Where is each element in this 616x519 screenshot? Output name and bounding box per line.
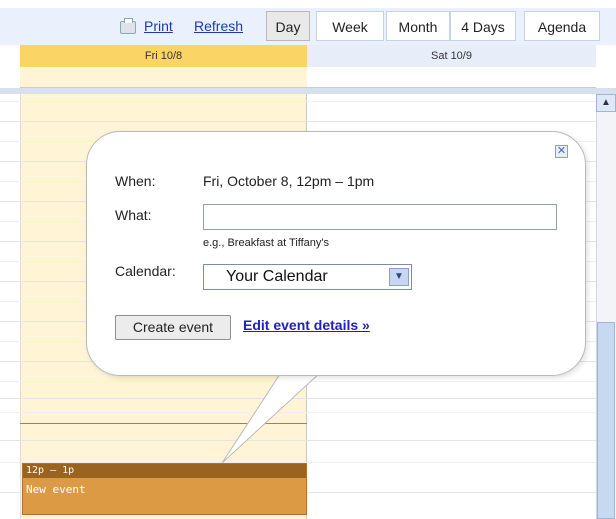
tab-week[interactable]: Week — [316, 11, 384, 41]
all-day-cell-fri[interactable] — [20, 67, 307, 88]
new-event-block[interactable]: 12p – 1p New event — [22, 463, 307, 515]
scroll-up-button[interactable]: ▲ — [596, 94, 616, 112]
day-header-sat[interactable]: Sat 10/9 — [307, 45, 596, 67]
time-gutter — [0, 94, 20, 519]
refresh-link[interactable]: Refresh — [194, 18, 243, 34]
grid-line — [0, 440, 596, 441]
calendar-label: Calendar: — [115, 263, 176, 279]
event-time: 12p – 1p — [23, 464, 306, 478]
tab-agenda[interactable]: Agenda — [524, 11, 600, 41]
scrollbar-thumb[interactable] — [597, 322, 615, 519]
grid-line — [0, 398, 596, 399]
print-link[interactable]: Print — [144, 18, 173, 34]
when-label: When: — [115, 173, 156, 189]
when-value: Fri, October 8, 12pm – 1pm — [203, 173, 375, 189]
tab-4-days[interactable]: 4 Days — [450, 11, 516, 41]
chevron-up-icon: ▲ — [601, 97, 611, 108]
all-day-cell-sat[interactable] — [307, 67, 596, 88]
tab-month[interactable]: Month — [386, 11, 450, 41]
edit-event-details-link[interactable]: Edit event details » — [243, 317, 370, 333]
day-header-fri[interactable]: Fri 10/8 — [20, 45, 307, 67]
printer-icon[interactable] — [120, 18, 136, 34]
what-hint: e.g., Breakfast at Tiffany's — [203, 237, 330, 249]
grid-line — [0, 121, 596, 122]
what-label: What: — [115, 207, 152, 223]
tab-day[interactable]: Day — [266, 11, 310, 41]
what-input[interactable] — [203, 204, 557, 230]
chevron-down-icon: ▼ — [394, 271, 404, 282]
grid-line — [0, 101, 596, 102]
create-event-button[interactable]: Create event — [115, 315, 231, 340]
grid-line — [0, 381, 596, 382]
calendar-select-value: Your Calendar — [226, 268, 328, 285]
close-icon: ✕ — [556, 145, 567, 157]
current-time-line — [20, 423, 307, 424]
calendar-dropdown-button[interactable]: ▼ — [389, 268, 409, 286]
grid-line — [0, 412, 596, 413]
close-bubble-button[interactable]: ✕ — [555, 145, 568, 158]
event-title: New event — [26, 483, 86, 496]
